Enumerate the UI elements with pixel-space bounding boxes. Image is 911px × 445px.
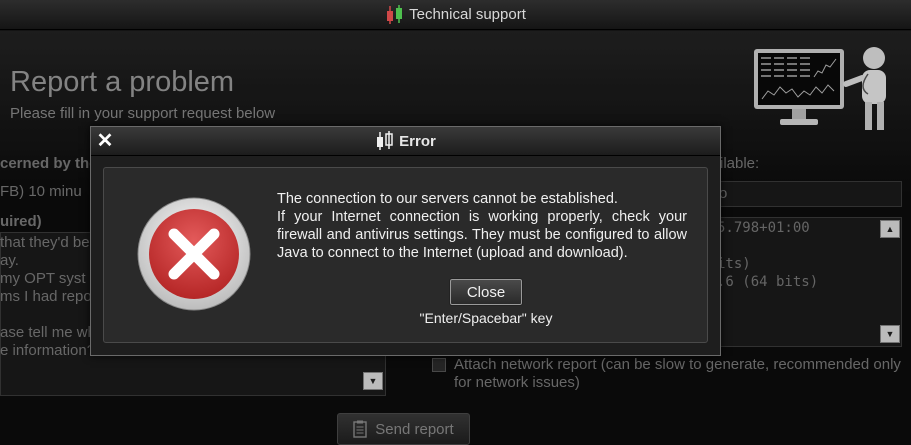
close-button[interactable]: Close xyxy=(449,278,523,306)
window-titlebar: Technical support xyxy=(0,0,911,30)
candlestick-icon xyxy=(375,130,395,152)
error-message-line: If your Internet connection is working p… xyxy=(277,209,687,261)
candlestick-icon xyxy=(385,4,405,26)
dialog-titlebar: Error xyxy=(91,127,720,156)
keyboard-hint: "Enter/Spacebar" key xyxy=(419,310,553,326)
dialog-title: Error xyxy=(399,132,436,150)
error-message: The connection to our servers cannot be … xyxy=(277,190,687,262)
dialog-close-icon[interactable]: ✕ xyxy=(95,131,115,151)
error-dialog: Error ✕ The connection to our servers ca… xyxy=(90,126,721,356)
error-message-line: The connection to our servers cannot be … xyxy=(277,191,618,207)
dialog-content-panel: The connection to our servers cannot be … xyxy=(103,167,708,343)
error-icon xyxy=(137,197,251,311)
window-title: Technical support xyxy=(409,6,526,23)
